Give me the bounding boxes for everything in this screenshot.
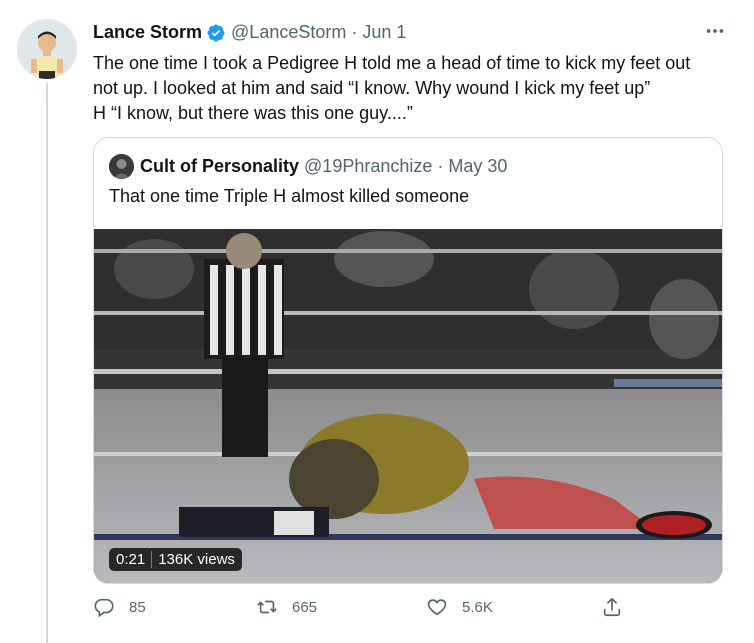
quoted-tweet[interactable]: Cult of Personality @19Phranchize · May … [93,137,723,584]
video-views: 136K views [158,551,235,568]
avatar[interactable] [17,19,77,79]
retweet-button[interactable]: 665 [256,596,317,618]
tweet-header: Lance Storm @LanceStorm · Jun 1 [93,22,406,43]
share-button[interactable] [601,596,637,618]
video-badges: 0:21 136K views [109,548,242,571]
video-duration: 0:21 [116,551,146,568]
video-player[interactable]: 0:21 136K views [94,229,722,583]
tweet-text-line: H “I know, but there was this one guy...… [93,103,413,123]
heart-icon [427,599,447,616]
author-name[interactable]: Lance Storm [93,22,202,43]
badge-divider [151,551,153,568]
tweet-text-line: The one time I took a Pedigree H told me… [93,53,691,73]
like-count: 5.6K [462,598,493,616]
tweet-text: The one time I took a Pedigree H told me… [93,51,733,126]
reply-icon [94,598,114,618]
share-icon [603,597,621,617]
verified-badge-icon [206,23,226,43]
quoted-avatar [109,154,134,179]
retweet-icon [257,600,277,614]
quoted-tweet-header: Cult of Personality @19Phranchize · May … [109,154,507,179]
like-button[interactable]: 5.6K [426,596,493,618]
reply-button[interactable]: 85 [93,596,146,618]
author-handle-date[interactable]: @LanceStorm · Jun 1 [231,22,406,43]
reply-count: 85 [129,598,146,616]
quoted-author-handle-date: @19Phranchize · May 30 [304,156,508,176]
retweet-count: 665 [292,598,318,616]
video-frame [94,229,722,583]
action-bar: 85 665 5.6K [93,596,733,626]
tweet-text-line: not up. I looked at him and said “I know… [93,78,651,98]
avatar-image [17,19,77,79]
more-icon[interactable] [702,20,728,42]
quoted-tweet-text: That one time Triple H almost killed som… [109,186,470,206]
thread-line [46,83,48,643]
quoted-author-name: Cult of Personality [140,156,300,176]
